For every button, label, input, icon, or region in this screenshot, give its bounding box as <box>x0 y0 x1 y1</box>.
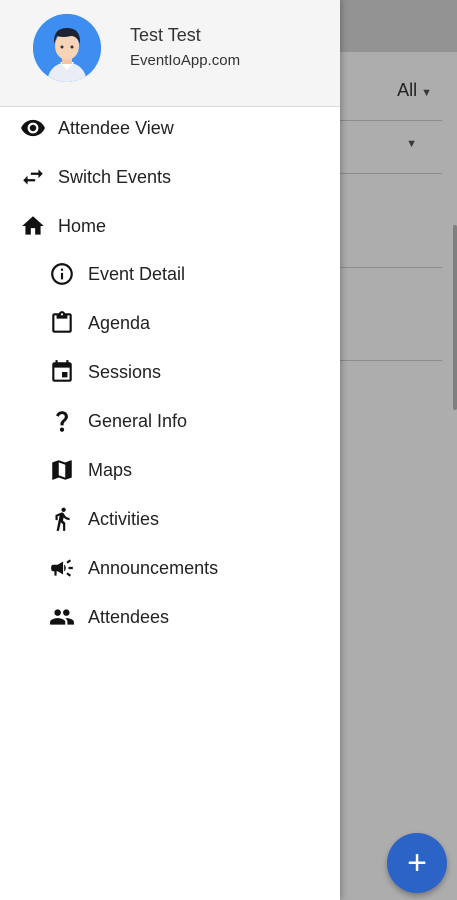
megaphone-icon <box>49 555 75 581</box>
nav-item-attendee-view[interactable]: Attendee View <box>0 108 340 148</box>
map-icon <box>49 457 75 483</box>
walk-icon <box>49 506 75 532</box>
nav-item-home[interactable]: Home <box>0 206 340 246</box>
nav-item-label: Sessions <box>88 361 162 382</box>
clipboard-icon <box>49 310 75 336</box>
nav-item-label: Agenda <box>88 312 151 333</box>
calendar-icon <box>49 359 75 385</box>
nav-item-event-detail[interactable]: Event Detail <box>0 254 340 294</box>
nav-item-maps[interactable]: Maps <box>0 450 340 490</box>
nav-item-label: Attendee View <box>58 117 174 138</box>
eye-icon <box>20 115 46 141</box>
nav-item-label: Maps <box>88 459 133 480</box>
add-button[interactable]: + <box>387 833 447 893</box>
nav-item-label: Switch Events <box>58 166 172 187</box>
question-icon <box>49 408 75 434</box>
nav-item-label: Home <box>58 215 107 236</box>
nav-item-announcements[interactable]: Announcements <box>0 548 340 588</box>
nav-item-label: General Info <box>88 410 188 431</box>
nav-item-attendees[interactable]: Attendees <box>0 597 340 637</box>
nav-item-label: Activities <box>88 508 160 529</box>
home-icon <box>20 213 46 239</box>
nav-item-activities[interactable]: Activities <box>0 499 340 539</box>
nav-item-label: Announcements <box>88 557 219 578</box>
swap-arrows-icon <box>20 164 46 190</box>
nav-item-label: Event Detail <box>88 263 186 284</box>
nav-item-general-info[interactable]: General Info <box>0 401 340 441</box>
drawer-header: Test Test EventIoApp.com <box>0 0 340 107</box>
nav-item-label: Attendees <box>88 606 170 627</box>
avatar[interactable] <box>33 14 101 82</box>
plus-icon: + <box>407 843 427 882</box>
nav-item-switch-events[interactable]: Switch Events <box>0 157 340 197</box>
user-email: EventIoApp.com <box>130 52 241 69</box>
navigation-drawer: Test Test EventIoApp.com Attendee View S… <box>0 0 340 900</box>
info-icon <box>49 261 75 287</box>
user-name: Test Test <box>130 25 201 45</box>
nav-item-agenda[interactable]: Agenda <box>0 303 340 343</box>
nav-item-sessions[interactable]: Sessions <box>0 352 340 392</box>
people-icon <box>49 604 75 630</box>
